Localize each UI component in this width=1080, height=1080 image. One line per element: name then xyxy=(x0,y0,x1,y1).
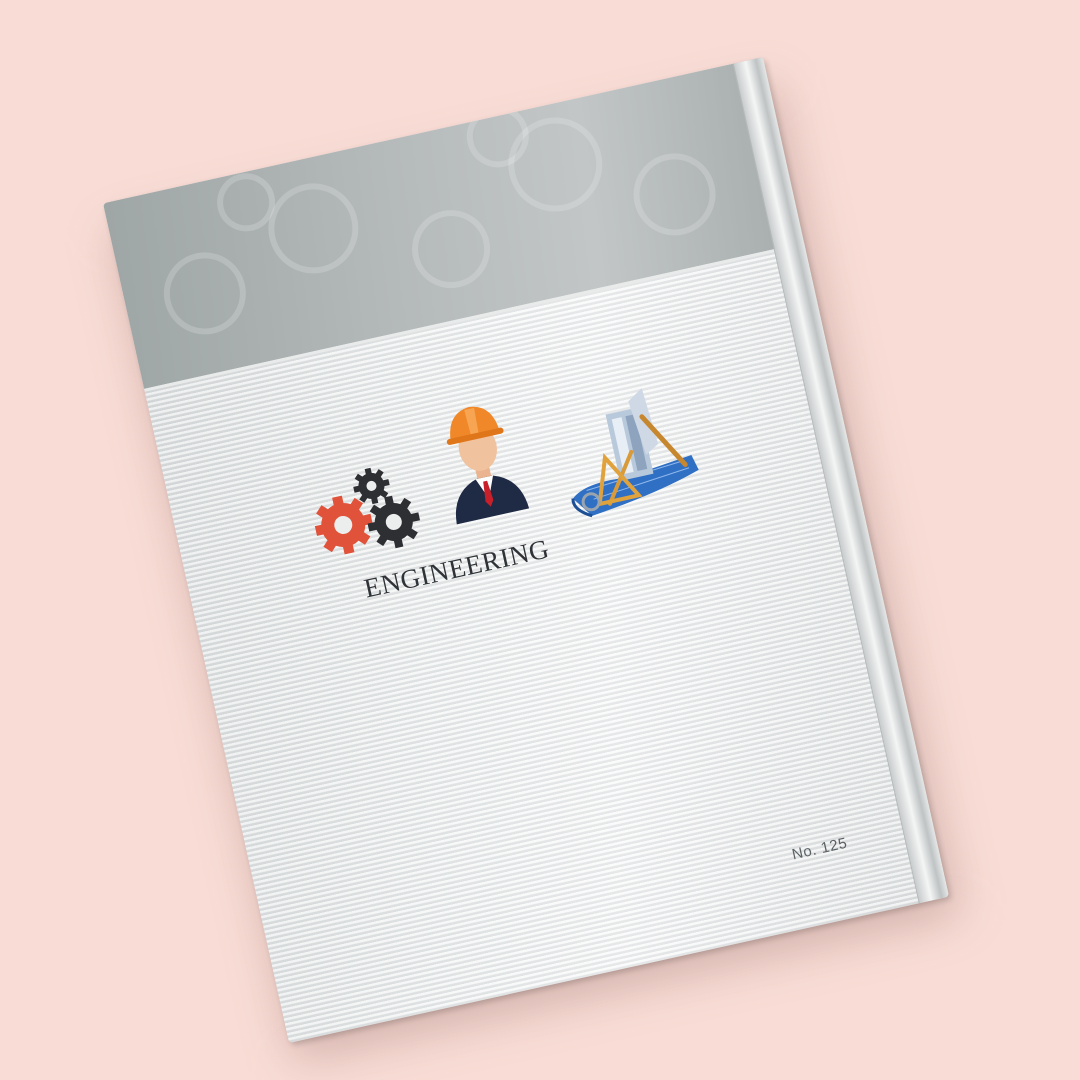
notebook-number: No. 125 xyxy=(790,834,849,864)
scene: ENGINEERING No. 125 xyxy=(0,0,1080,1080)
cover-top-band xyxy=(102,57,805,392)
gears-icon xyxy=(313,467,421,555)
book-spine-edge xyxy=(732,57,950,904)
blueprint-icon xyxy=(571,388,699,518)
notebook-cover: ENGINEERING No. 125 xyxy=(102,57,950,1043)
band-pattern xyxy=(163,105,716,335)
engineer-icon xyxy=(446,406,530,525)
